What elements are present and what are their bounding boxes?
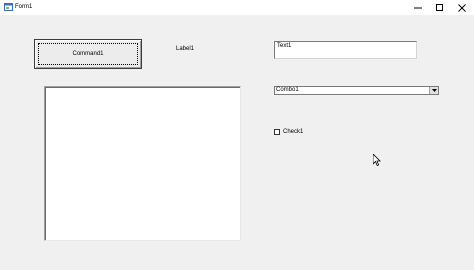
title-bar[interactable]: Form1	[0, 0, 474, 15]
mouse-cursor-icon	[373, 154, 381, 166]
label1: Label1	[176, 46, 195, 52]
window-title: Form1	[15, 4, 33, 10]
combo1-value: Combo1	[276, 87, 299, 93]
text1-input[interactable]: Text1	[274, 41, 417, 59]
app-icon	[4, 3, 13, 11]
check1-row[interactable]: Check1	[274, 129, 303, 135]
combo-dropdown-button[interactable]	[429, 87, 438, 94]
command1-button[interactable]: Command1	[34, 39, 142, 69]
maximize-button[interactable]	[428, 0, 452, 15]
maximize-icon	[436, 3, 443, 11]
focus-rectangle	[38, 43, 138, 65]
check1-label[interactable]: Check1	[283, 129, 303, 135]
list-box[interactable]	[44, 86, 241, 241]
close-button[interactable]	[450, 0, 474, 15]
form-client-area: Command1 Label1 Text1 Combo1 Check1	[0, 15, 474, 270]
chevron-down-icon	[431, 89, 437, 92]
combo1-select[interactable]: Combo1	[274, 86, 439, 95]
minimize-button[interactable]	[406, 0, 430, 15]
check1-checkbox[interactable]	[274, 129, 280, 135]
minimize-icon	[414, 7, 422, 8]
text1-value: Text1	[277, 43, 292, 49]
close-icon	[458, 3, 466, 12]
